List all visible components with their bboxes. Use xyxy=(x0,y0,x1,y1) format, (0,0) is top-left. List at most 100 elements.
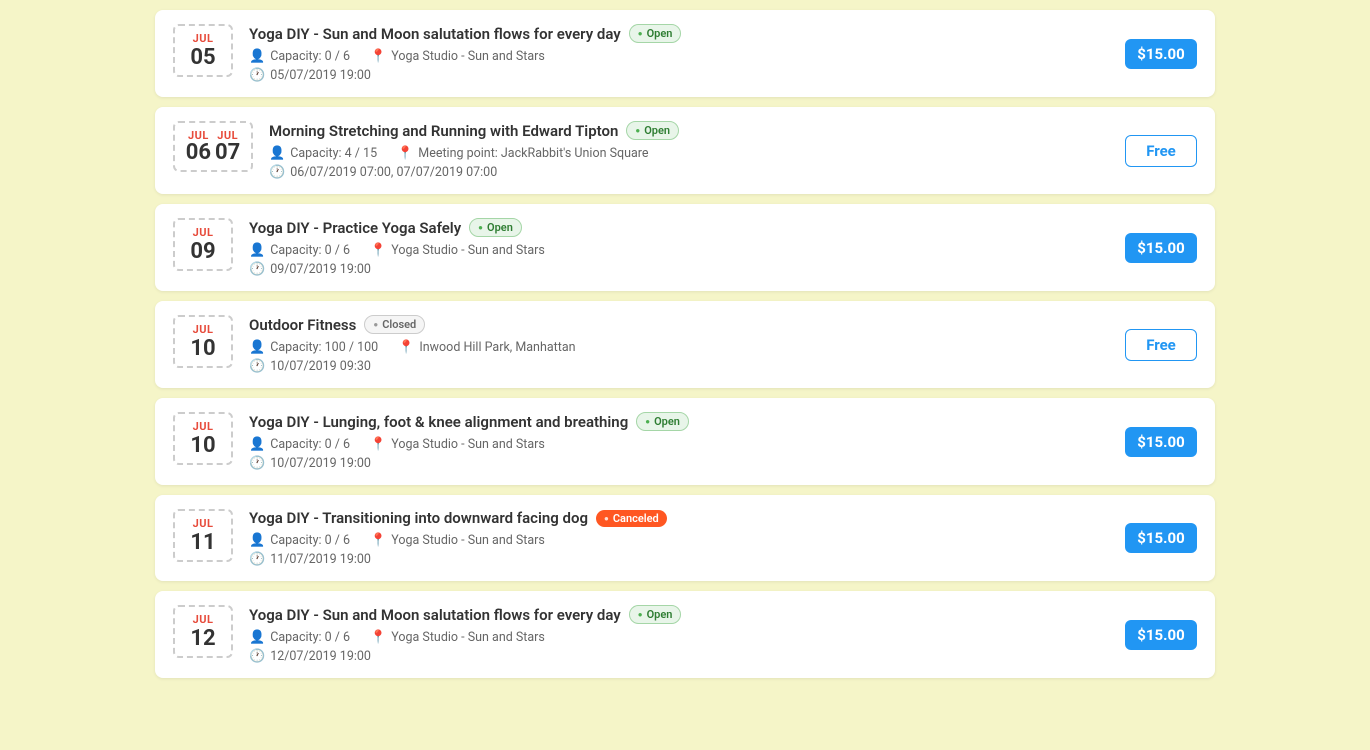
date-month: JUL xyxy=(193,226,214,239)
date-badge: JUL 10 xyxy=(173,412,233,465)
event-card[interactable]: JUL 12 Yoga DIY - Sun and Moon salutatio… xyxy=(155,591,1215,678)
location-value: Yoga Studio - Sun and Stars xyxy=(391,437,545,452)
status-badge: Open xyxy=(629,605,682,624)
event-title: Morning Stretching and Running with Edwa… xyxy=(269,122,618,140)
event-title: Yoga DIY - Sun and Moon salutation flows… xyxy=(249,606,621,624)
event-time-row: 🕐 06/07/2019 07:00, 07/07/2019 07:00 xyxy=(269,165,1109,180)
event-title: Yoga DIY - Transitioning into downward f… xyxy=(249,509,588,527)
location-icon: 📍 xyxy=(370,533,386,548)
location-value: Meeting point: JackRabbit's Union Square xyxy=(418,146,648,161)
event-title: Yoga DIY - Lunging, foot & knee alignmen… xyxy=(249,413,628,431)
event-title-row: Yoga DIY - Lunging, foot & knee alignmen… xyxy=(249,412,1109,431)
date-day: 10 xyxy=(190,338,215,360)
clock-icon: 🕐 xyxy=(249,456,265,471)
capacity-meta: 👤 Capacity: 4 / 15 xyxy=(269,146,377,161)
datetime-value: 11/07/2019 19:00 xyxy=(270,552,371,567)
event-title-row: Yoga DIY - Sun and Moon salutation flows… xyxy=(249,605,1109,624)
date-day: 05 xyxy=(190,47,215,69)
status-badge: Closed xyxy=(364,315,425,334)
location-meta: 📍 Yoga Studio - Sun and Stars xyxy=(370,630,545,645)
datetime-value: 10/07/2019 09:30 xyxy=(270,359,371,374)
person-icon: 👤 xyxy=(249,243,265,258)
price-badge: Free xyxy=(1125,135,1197,167)
event-time-row: 🕐 05/07/2019 19:00 xyxy=(249,68,1109,83)
status-badge: Canceled xyxy=(596,510,667,527)
person-icon: 👤 xyxy=(269,146,285,161)
person-icon: 👤 xyxy=(249,533,265,548)
date-badge: JUL 10 xyxy=(173,315,233,368)
event-time-row: 🕐 10/07/2019 09:30 xyxy=(249,359,1109,374)
price-badge: $15.00 xyxy=(1125,620,1197,650)
date-badge: JUL 09 xyxy=(173,218,233,271)
event-meta: 👤 Capacity: 0 / 6 📍 Yoga Studio - Sun an… xyxy=(249,533,1109,548)
location-meta: 📍 Yoga Studio - Sun and Stars xyxy=(370,49,545,64)
capacity-value: Capacity: 0 / 6 xyxy=(270,49,350,64)
event-info: Yoga DIY - Transitioning into downward f… xyxy=(249,509,1109,567)
location-meta: 📍 Inwood Hill Park, Manhattan xyxy=(398,340,575,355)
datetime-value: 09/07/2019 19:00 xyxy=(270,262,371,277)
capacity-value: Capacity: 0 / 6 xyxy=(270,243,350,258)
clock-icon: 🕐 xyxy=(249,552,265,567)
event-info: Yoga DIY - Lunging, foot & knee alignmen… xyxy=(249,412,1109,471)
location-icon: 📍 xyxy=(370,630,386,645)
event-time-row: 🕐 12/07/2019 19:00 xyxy=(249,649,1109,664)
datetime-value: 05/07/2019 19:00 xyxy=(270,68,371,83)
date-badge: JUL 12 xyxy=(173,605,233,658)
events-list: JUL 05 Yoga DIY - Sun and Moon salutatio… xyxy=(135,0,1235,698)
location-value: Yoga Studio - Sun and Stars xyxy=(391,243,545,258)
event-info: Yoga DIY - Practice Yoga Safely Open 👤 C… xyxy=(249,218,1109,277)
person-icon: 👤 xyxy=(249,437,265,452)
event-meta: 👤 Capacity: 100 / 100 📍 Inwood Hill Park… xyxy=(249,340,1109,355)
event-card[interactable]: JUL 05 Yoga DIY - Sun and Moon salutatio… xyxy=(155,10,1215,97)
price-badge: Free xyxy=(1125,329,1197,361)
date-day: 06 xyxy=(186,142,211,164)
location-icon: 📍 xyxy=(397,146,413,161)
event-title-row: Yoga DIY - Practice Yoga Safely Open xyxy=(249,218,1109,237)
clock-icon: 🕐 xyxy=(249,359,265,374)
date-month: JUL xyxy=(193,323,214,336)
location-meta: 📍 Yoga Studio - Sun and Stars xyxy=(370,437,545,452)
capacity-value: Capacity: 0 / 6 xyxy=(270,533,350,548)
event-title: Yoga DIY - Practice Yoga Safely xyxy=(249,219,461,237)
location-icon: 📍 xyxy=(370,49,386,64)
location-icon: 📍 xyxy=(370,437,386,452)
status-badge: Open xyxy=(629,24,682,43)
clock-icon: 🕐 xyxy=(269,165,285,180)
date-month: JUL xyxy=(193,420,214,433)
event-time-row: 🕐 11/07/2019 19:00 xyxy=(249,552,1109,567)
event-meta: 👤 Capacity: 4 / 15 📍 Meeting point: Jack… xyxy=(269,146,1109,161)
event-meta: 👤 Capacity: 0 / 6 📍 Yoga Studio - Sun an… xyxy=(249,49,1109,64)
event-info: Yoga DIY - Sun and Moon salutation flows… xyxy=(249,605,1109,664)
date-month: JUL xyxy=(193,517,214,530)
price-badge: $15.00 xyxy=(1125,39,1197,69)
event-title-row: Yoga DIY - Sun and Moon salutation flows… xyxy=(249,24,1109,43)
event-title: Yoga DIY - Sun and Moon salutation flows… xyxy=(249,25,621,43)
location-meta: 📍 Meeting point: JackRabbit's Union Squa… xyxy=(397,146,648,161)
price-badge: $15.00 xyxy=(1125,233,1197,263)
event-meta: 👤 Capacity: 0 / 6 📍 Yoga Studio - Sun an… xyxy=(249,437,1109,452)
status-badge: Open xyxy=(469,218,522,237)
event-card[interactable]: JUL 06 JUL 07 Morning Stretching and Run… xyxy=(155,107,1215,194)
event-time-row: 🕐 10/07/2019 19:00 xyxy=(249,456,1109,471)
date-badge: JUL 11 xyxy=(173,509,233,562)
capacity-meta: 👤 Capacity: 0 / 6 xyxy=(249,243,350,258)
location-icon: 📍 xyxy=(370,243,386,258)
capacity-meta: 👤 Capacity: 0 / 6 xyxy=(249,49,350,64)
person-icon: 👤 xyxy=(249,340,265,355)
location-icon: 📍 xyxy=(398,340,414,355)
status-badge: Open xyxy=(626,121,679,140)
event-card[interactable]: JUL 10 Outdoor Fitness Closed 👤 Capacity… xyxy=(155,301,1215,388)
event-card[interactable]: JUL 11 Yoga DIY - Transitioning into dow… xyxy=(155,495,1215,581)
datetime-value: 12/07/2019 19:00 xyxy=(270,649,371,664)
event-title: Outdoor Fitness xyxy=(249,316,356,334)
person-icon: 👤 xyxy=(249,49,265,64)
price-badge: $15.00 xyxy=(1125,523,1197,553)
event-card[interactable]: JUL 10 Yoga DIY - Lunging, foot & knee a… xyxy=(155,398,1215,485)
date-day: 12 xyxy=(190,628,215,650)
date-day: 07 xyxy=(215,142,240,164)
clock-icon: 🕐 xyxy=(249,649,265,664)
event-card[interactable]: JUL 09 Yoga DIY - Practice Yoga Safely O… xyxy=(155,204,1215,291)
date-month: JUL xyxy=(193,32,214,45)
event-info: Morning Stretching and Running with Edwa… xyxy=(269,121,1109,180)
clock-icon: 🕐 xyxy=(249,68,265,83)
